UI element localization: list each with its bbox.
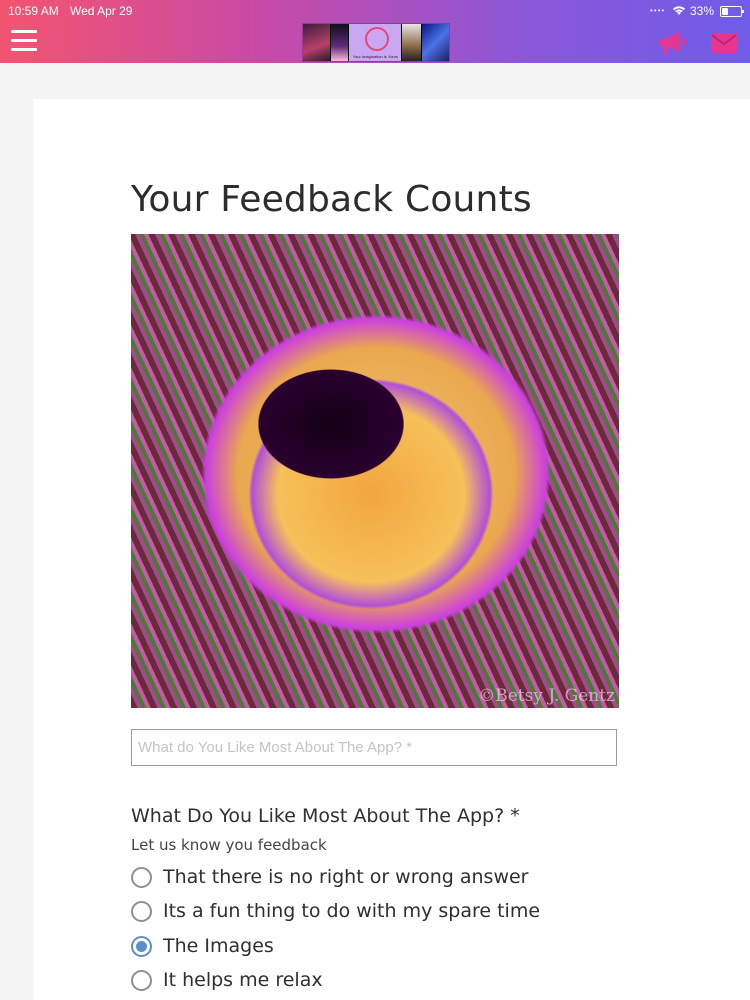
logo-tile-sunset (303, 24, 330, 61)
logo-tile-night (329, 24, 349, 61)
option-the-images[interactable]: The Images (131, 932, 274, 960)
battery-percent: 33% (690, 4, 715, 18)
option-label: Its a fun thing to do with my spare time (163, 900, 541, 922)
radio-button-selected[interactable] (131, 935, 152, 957)
wifi-icon (673, 6, 685, 15)
option-fun-spare-time[interactable]: Its a fun thing to do with my spare time (131, 897, 540, 925)
option-label: It helps me relax (163, 969, 323, 991)
question-hint: Let us know you feedback (131, 836, 327, 854)
logo-tagline: Your Imagination Is Yours (352, 54, 398, 59)
logo-tile-blue (421, 24, 449, 61)
mail-icon[interactable] (710, 31, 738, 55)
feedback-text-input[interactable] (131, 729, 617, 766)
option-label: That there is no right or wrong answer (163, 866, 529, 888)
menu-icon-line-top (11, 30, 37, 33)
menu-icon-line-middle (11, 39, 37, 42)
page-title: Your Feedback Counts (131, 179, 532, 220)
option-no-right-wrong[interactable]: That there is no right or wrong answer (131, 863, 529, 891)
top-bar: 10:59 AM Wed Apr 29 •••• 33% Your Imagin… (0, 0, 750, 63)
status-bar: 10:59 AM Wed Apr 29 •••• 33% (0, 2, 750, 20)
feedback-photo: ©Betsy J. Gentz (131, 234, 619, 708)
option-label: The Images (163, 935, 274, 957)
menu-button[interactable] (11, 30, 37, 52)
battery-icon (720, 6, 744, 17)
radio-button[interactable] (131, 969, 152, 991)
logo-tile-figure (400, 24, 422, 61)
radio-button[interactable] (131, 866, 152, 888)
logo-tile-brain: Your Imagination Is Yours (348, 24, 401, 61)
option-helps-relax[interactable]: It helps me relax (131, 966, 323, 994)
status-time: 10:59 AM (8, 4, 59, 18)
app-logo[interactable]: Your Imagination Is Yours (302, 23, 450, 62)
radio-button[interactable] (131, 900, 152, 922)
announcement-icon[interactable] (657, 30, 687, 56)
photo-credit: ©Betsy J. Gentz (478, 686, 615, 706)
multitasking-dots-icon: •••• (650, 6, 666, 15)
menu-icon-line-bottom (11, 48, 37, 51)
question-label: What Do You Like Most About The App? * (131, 805, 520, 827)
status-date: Wed Apr 29 (70, 4, 133, 18)
brain-emblem-icon (365, 27, 390, 51)
